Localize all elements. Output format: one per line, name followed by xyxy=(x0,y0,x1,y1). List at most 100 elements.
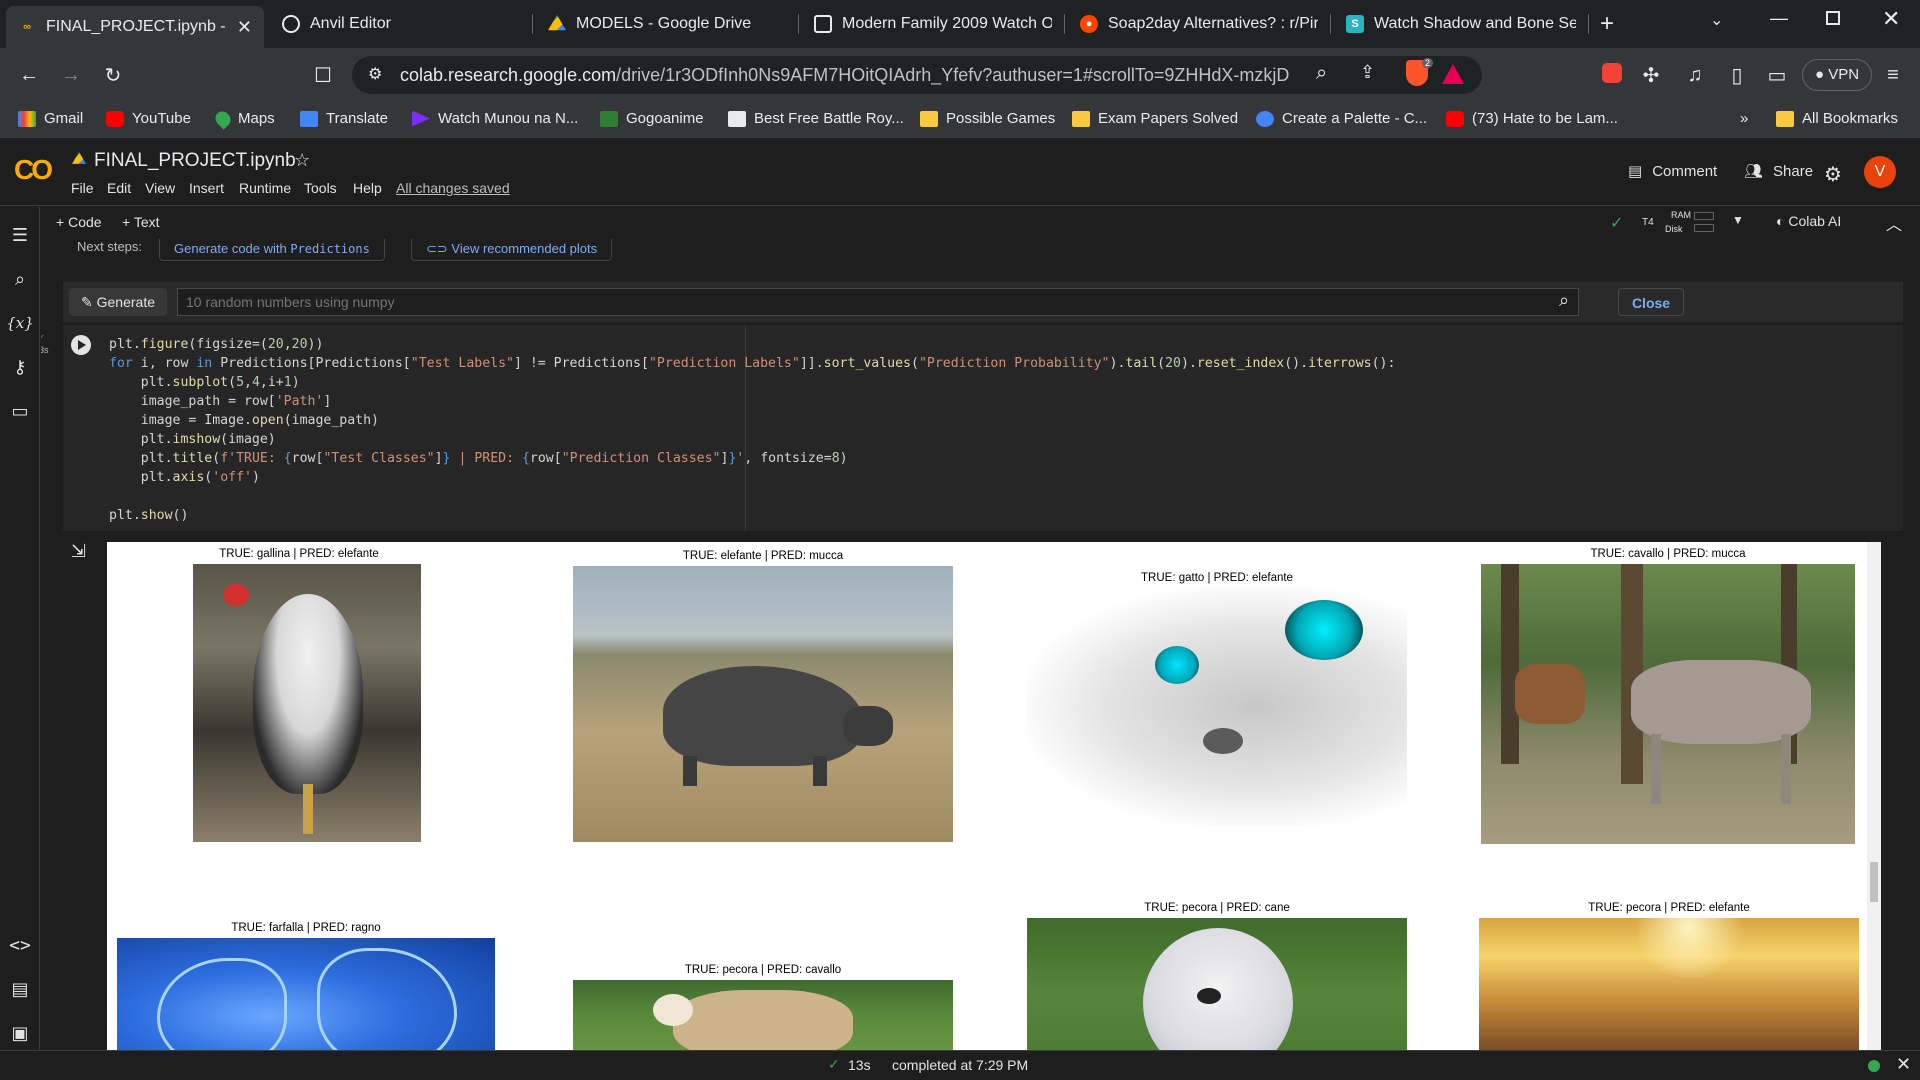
menu-view[interactable]: View xyxy=(145,180,175,196)
rooster-image xyxy=(193,564,421,842)
brave-rewards-icon[interactable] xyxy=(1442,64,1464,84)
menu-runtime[interactable]: Runtime xyxy=(239,180,291,196)
zoom-search-icon[interactable]: ⌕ xyxy=(1316,62,1327,85)
site-info-icon[interactable]: ⚙ xyxy=(368,64,382,84)
comment-button[interactable]: ▤ Comment xyxy=(1628,162,1717,181)
ram-meter[interactable] xyxy=(1694,212,1714,220)
bookmark-page-icon[interactable]: ☐ xyxy=(308,60,338,90)
menu-insert[interactable]: Insert xyxy=(189,180,224,196)
bookmark-possible-games[interactable]: Possible Games xyxy=(920,110,1055,127)
extension-record-icon[interactable] xyxy=(1602,63,1622,83)
tab-final-project[interactable]: ∞ FINAL_PROJECT.ipynb - Col ✕ xyxy=(6,6,264,48)
terminal-icon[interactable]: ▣ xyxy=(8,1021,32,1045)
tab-separator xyxy=(532,14,533,34)
tab-separator xyxy=(1064,14,1065,34)
view-plots-chip[interactable]: ⊂⊃ View recommended plots xyxy=(411,239,613,261)
bookmark-battle-royale[interactable]: Best Free Battle Roy... xyxy=(728,110,904,127)
vpn-button[interactable]: ● VPN xyxy=(1802,59,1872,91)
reload-icon[interactable]: ↻ xyxy=(98,60,128,90)
connected-check-icon: ✓ xyxy=(1610,215,1624,232)
colab-ai-button[interactable]: ◐ Colab AI xyxy=(1776,213,1841,229)
notebook-title[interactable]: FINAL_PROJECT.ipynb xyxy=(94,150,296,172)
bookmark-exam-papers[interactable]: Exam Papers Solved xyxy=(1072,110,1238,127)
bookmark-translate[interactable]: Translate xyxy=(300,110,388,127)
wz-icon xyxy=(728,110,746,127)
scrollbar-thumb[interactable] xyxy=(1870,862,1878,902)
bookmark-munou[interactable]: Watch Munou na N... xyxy=(412,110,578,127)
new-tab-button[interactable]: + xyxy=(1600,10,1614,38)
search-icon[interactable]: ⌕ xyxy=(1559,290,1569,311)
runtime-type: T4 xyxy=(1642,217,1654,228)
command-palette-icon[interactable]: ▤ xyxy=(8,977,32,1001)
tab-modern-family[interactable]: Modern Family 2009 Watch On xyxy=(802,7,1064,41)
table-of-contents-icon[interactable]: ☰ xyxy=(8,223,32,247)
people-icon: 👥︎ xyxy=(1744,163,1764,180)
palette-icon xyxy=(1256,110,1274,127)
close-status-icon[interactable]: ✕ xyxy=(1896,1054,1911,1075)
bookmark-all[interactable]: All Bookmarks xyxy=(1776,110,1898,127)
search-icon[interactable]: ⌕ xyxy=(8,267,32,291)
address-bar[interactable]: ⚙ colab.research.google.com/drive/1r3ODf… xyxy=(352,56,1482,94)
bookmark-create-palette[interactable]: Create a Palette - C... xyxy=(1256,110,1427,127)
share-page-icon[interactable]: ⇪ xyxy=(1360,62,1375,83)
avatar[interactable]: V xyxy=(1864,156,1896,188)
colab-logo[interactable]: CO xyxy=(14,154,53,186)
sheep-image xyxy=(573,980,953,1050)
save-status[interactable]: All changes saved xyxy=(396,180,510,196)
add-text-button[interactable]: + Text xyxy=(122,214,160,230)
tab-shadow-and-bone[interactable]: S Watch Shadow and Bone Seaso xyxy=(1334,7,1588,41)
forward-icon[interactable]: → xyxy=(56,60,86,90)
files-folder-icon[interactable]: ▭ xyxy=(8,399,32,423)
bookmark-gmail[interactable]: Gmail xyxy=(18,110,83,127)
minimize-icon[interactable]: — xyxy=(1770,8,1788,29)
notebook-content: Next steps: Generate code with Predictio… xyxy=(41,239,1904,1050)
menu-file[interactable]: File xyxy=(71,180,94,196)
close-window-icon[interactable]: ✕ xyxy=(1882,6,1900,32)
bookmark-gogoanime[interactable]: Gogoanime xyxy=(600,110,704,127)
wallet-icon[interactable]: ▭ xyxy=(1762,60,1792,90)
collapse-chevron-icon[interactable]: ︿ xyxy=(1886,211,1902,235)
browser-menu-icon[interactable]: ≡ xyxy=(1878,60,1908,90)
status-elapsed: 13s xyxy=(848,1057,871,1073)
output-menu-icon[interactable]: ⇲ xyxy=(71,541,86,562)
generate-prompt-input[interactable] xyxy=(177,288,1579,316)
close-button[interactable]: Close xyxy=(1618,288,1684,316)
menu-tools[interactable]: Tools xyxy=(304,180,337,196)
star-icon[interactable]: ☆ xyxy=(294,150,310,171)
more-bookmarks-icon[interactable]: » xyxy=(1740,110,1748,127)
disk-meter[interactable] xyxy=(1694,224,1714,232)
run-cell-button[interactable] xyxy=(71,335,91,355)
extensions-puzzle-icon[interactable]: ✣ xyxy=(1636,60,1666,90)
sidebar-toggle-icon[interactable]: ▯ xyxy=(1722,60,1752,90)
browser-toolbar: ← → ↻ ☐ ⚙ colab.research.google.com/driv… xyxy=(0,48,1920,102)
bookmark-maps[interactable]: Maps xyxy=(212,107,275,130)
tab-google-drive[interactable]: MODELS - Google Drive xyxy=(536,7,798,41)
code-editor[interactable]: plt.figure(figsize=(20,20)) for i, row i… xyxy=(109,335,1395,525)
tab-anvil-editor[interactable]: Anvil Editor xyxy=(270,7,532,41)
tab-reddit[interactable]: ● Soap2day Alternatives? : r/Pirac xyxy=(1068,7,1330,41)
generate-button[interactable]: ✎ Generate xyxy=(69,288,167,316)
output-scrollbar[interactable] xyxy=(1867,542,1881,1050)
variables-icon[interactable]: {x} xyxy=(6,311,34,335)
tab-search-chevron-icon[interactable]: ⌄ xyxy=(1710,10,1723,30)
restore-icon[interactable] xyxy=(1826,11,1840,25)
generate-code-chip[interactable]: Generate code with Predictions xyxy=(159,239,385,261)
folder-icon xyxy=(1776,110,1794,127)
code-snippets-icon[interactable]: <> xyxy=(8,933,32,957)
folder-icon xyxy=(1072,110,1090,127)
share-button[interactable]: 👥︎ Share xyxy=(1744,162,1813,181)
back-icon[interactable]: ← xyxy=(14,60,44,90)
runtime-dropdown-icon[interactable]: ▼ xyxy=(1732,213,1744,227)
bookmark-hate-to-be[interactable]: (73) Hate to be Lam... xyxy=(1446,110,1618,127)
menu-edit[interactable]: Edit xyxy=(107,180,131,196)
bookmark-youtube[interactable]: YouTube xyxy=(106,110,191,127)
close-tab-icon[interactable]: ✕ xyxy=(229,17,252,38)
settings-gear-icon[interactable]: ⚙ xyxy=(1824,162,1842,187)
add-code-button[interactable]: + Code xyxy=(56,214,102,230)
code-cell[interactable]: plt.figure(figsize=(20,20)) for i, row i… xyxy=(63,325,1903,531)
media-icon[interactable]: ♫ xyxy=(1680,60,1710,90)
menu-help[interactable]: Help xyxy=(353,180,382,196)
secrets-key-icon[interactable]: ⚷ xyxy=(8,355,32,379)
video-favicon-icon xyxy=(814,15,832,33)
notebook-toolbar: + Code + Text ✓ T4 RAM Disk ▼ ◐ Colab AI… xyxy=(40,207,1920,239)
